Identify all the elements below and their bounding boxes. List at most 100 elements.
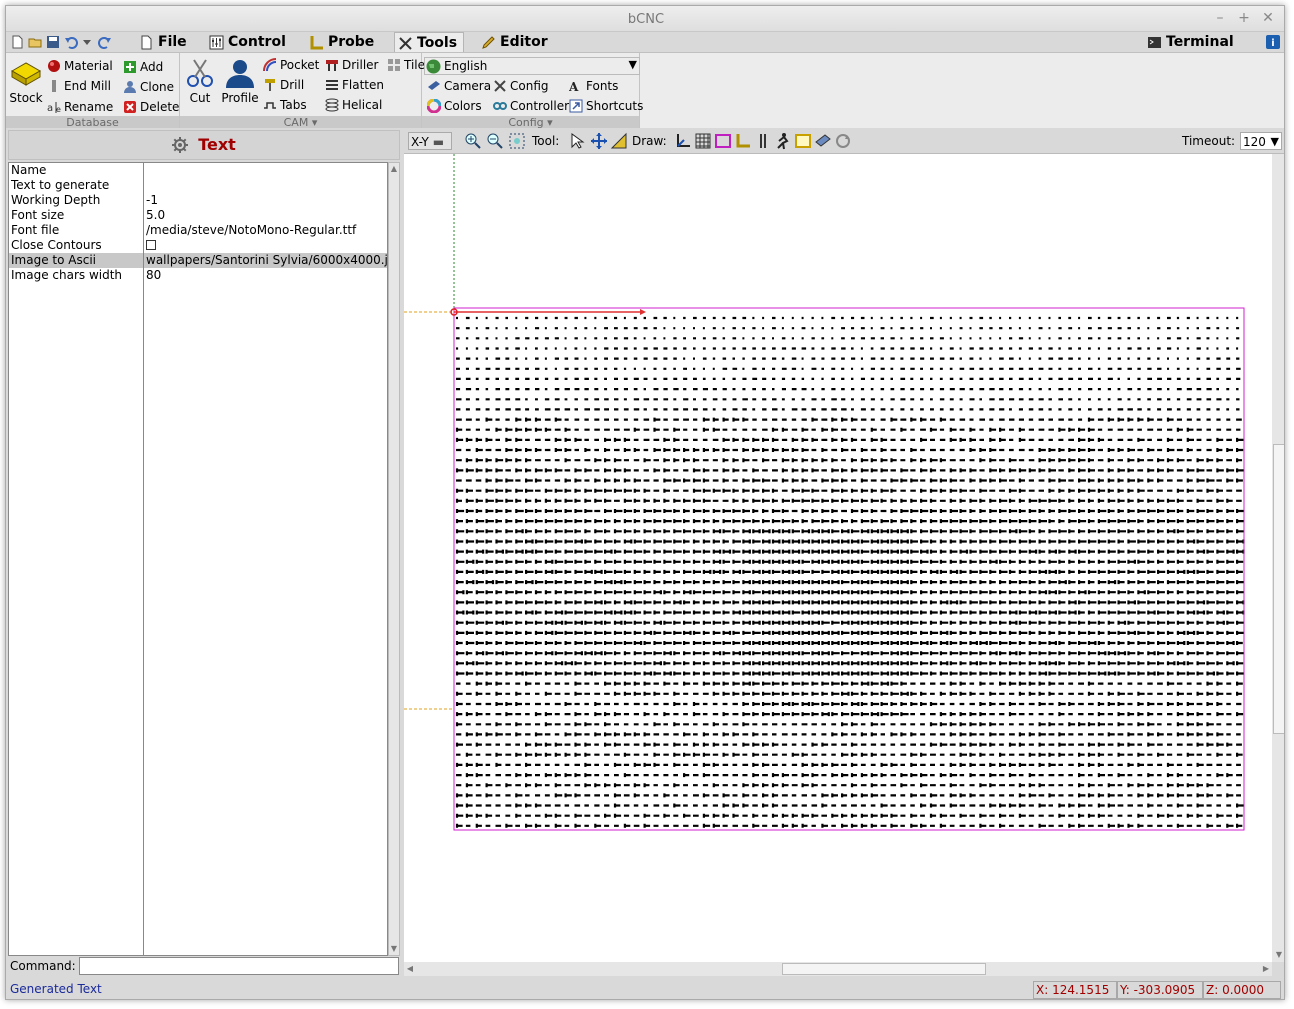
- camera-view-icon[interactable]: [814, 132, 832, 150]
- prop-name[interactable]: Close Contours: [9, 238, 143, 253]
- controller-icon: [493, 102, 507, 110]
- controller-button[interactable]: Controller: [492, 97, 569, 115]
- tab-tools[interactable]: Tools: [394, 32, 465, 52]
- close-icon[interactable]: ✕: [1260, 10, 1276, 26]
- tab-probe-label: Probe: [328, 34, 375, 50]
- zoom-in-icon[interactable]: [464, 132, 482, 150]
- maximize-icon[interactable]: +: [1236, 10, 1252, 26]
- properties-scrollbar[interactable]: ▲ ▼: [388, 162, 400, 956]
- add-label: Add: [140, 60, 164, 74]
- prop-name[interactable]: Working Depth: [9, 193, 143, 208]
- shortcuts-icon: [569, 99, 583, 113]
- open-icon[interactable]: [28, 35, 42, 49]
- info-icon[interactable]: i: [1266, 35, 1280, 49]
- pocket-button[interactable]: Pocket: [262, 56, 319, 74]
- zoom-out-icon[interactable]: [486, 132, 504, 150]
- tab-terminal[interactable]: Terminal: [1144, 32, 1240, 52]
- save-icon[interactable]: [46, 35, 60, 49]
- workarea-icon[interactable]: [754, 132, 772, 150]
- scissors-icon: [187, 59, 213, 87]
- dropdown-icon[interactable]: [82, 35, 92, 49]
- canvas-horizontal-scrollbar[interactable]: ◀ ▶: [404, 962, 1272, 976]
- flatten-button[interactable]: Flatten: [324, 76, 384, 94]
- pocket-icon: [263, 58, 277, 72]
- clone-button[interactable]: Clone: [122, 78, 174, 96]
- prop-value[interactable]: 5.0: [144, 208, 387, 223]
- config-label: Config: [510, 79, 549, 93]
- scroll-down-icon[interactable]: ▼: [389, 943, 399, 955]
- camera-button[interactable]: Camera: [426, 77, 491, 95]
- margins-icon[interactable]: [714, 132, 732, 150]
- helical-button[interactable]: Helical: [324, 96, 382, 114]
- timeout-dropdown-icon[interactable]: ▼: [1271, 133, 1279, 151]
- ruler-icon[interactable]: [610, 132, 628, 150]
- tab-editor[interactable]: Editor: [478, 32, 554, 52]
- prop-name[interactable]: Font size: [9, 208, 143, 223]
- rapid-icon[interactable]: [774, 132, 792, 150]
- minimize-icon[interactable]: –: [1212, 10, 1228, 26]
- prop-value[interactable]: -1: [144, 193, 387, 208]
- tab-probe[interactable]: Probe: [306, 32, 380, 52]
- tabs-icon: [264, 102, 276, 109]
- prop-value[interactable]: [144, 178, 387, 193]
- driller-button[interactable]: Driller: [324, 56, 379, 74]
- prop-name[interactable]: Image chars width: [9, 268, 143, 283]
- prop-name[interactable]: Image to Ascii: [9, 253, 143, 268]
- cut-button[interactable]: Cut: [182, 57, 218, 105]
- timeout-spinner[interactable]: 120 ▼: [1240, 132, 1282, 150]
- language-dropdown-icon[interactable]: ▼: [629, 58, 637, 71]
- canvas-vscroll-thumb[interactable]: [1273, 444, 1284, 734]
- tab-file[interactable]: File: [136, 32, 193, 52]
- move-icon[interactable]: [590, 132, 608, 150]
- shortcuts-button[interactable]: Shortcuts: [568, 97, 643, 115]
- delete-button[interactable]: Delete: [122, 98, 179, 116]
- prop-name[interactable]: Font file: [9, 223, 143, 238]
- rename-button[interactable]: ae Rename: [46, 98, 113, 116]
- fonts-button[interactable]: A Fonts: [568, 77, 618, 95]
- view-select[interactable]: X-Y ▬: [408, 132, 452, 150]
- canvas-scroll-down-icon[interactable]: ▼: [1272, 950, 1284, 962]
- svg-text:A: A: [569, 80, 579, 93]
- tab-control[interactable]: Control: [206, 32, 292, 52]
- gcode-canvas[interactable]: [404, 154, 1272, 962]
- timeout-label: Timeout:: [1182, 134, 1236, 148]
- select-arrow-icon[interactable]: [568, 132, 586, 150]
- canvas-hscroll-thumb[interactable]: [782, 963, 986, 975]
- canvas-scroll-right-icon[interactable]: ▶: [1260, 962, 1272, 976]
- zoom-fit-icon[interactable]: [508, 132, 526, 150]
- canvas-vertical-scrollbar[interactable]: ▼: [1272, 154, 1284, 962]
- colors-button[interactable]: Colors: [426, 97, 482, 115]
- prop-name[interactable]: Text to generate: [9, 178, 143, 193]
- probe-draw-icon[interactable]: [734, 132, 752, 150]
- cut-label: Cut: [189, 91, 211, 105]
- close-contours-checkbox[interactable]: [146, 240, 156, 250]
- material-button[interactable]: Material: [46, 57, 113, 75]
- endmill-button[interactable]: End Mill: [46, 77, 111, 95]
- command-input[interactable]: [79, 957, 399, 975]
- language-select[interactable]: English ▼: [424, 57, 640, 75]
- tile-button[interactable]: Tile: [386, 56, 425, 74]
- tabs-button[interactable]: Tabs: [262, 96, 307, 114]
- window-title: bCNC: [627, 12, 665, 27]
- canvas-scroll-left-icon[interactable]: ◀: [404, 962, 416, 976]
- prop-value[interactable]: 80: [144, 268, 387, 283]
- prop-value[interactable]: /media/steve/NotoMono-Regular.ttf: [144, 223, 387, 238]
- prop-value-checkbox[interactable]: [144, 238, 387, 253]
- add-button[interactable]: Add: [122, 58, 163, 76]
- scroll-up-icon[interactable]: ▲: [389, 163, 399, 175]
- undo-icon[interactable]: [64, 35, 78, 49]
- redo-icon[interactable]: [98, 35, 112, 49]
- new-icon[interactable]: [10, 35, 24, 49]
- stock-button[interactable]: Stock: [8, 57, 44, 105]
- prop-value[interactable]: [144, 163, 387, 178]
- paths-icon[interactable]: [794, 132, 812, 150]
- grid-icon[interactable]: [694, 132, 712, 150]
- prop-name[interactable]: Name: [9, 163, 143, 178]
- svg-text:e: e: [56, 105, 61, 114]
- redraw-icon[interactable]: [834, 132, 852, 150]
- axes-icon[interactable]: [674, 132, 692, 150]
- config-button[interactable]: Config: [492, 77, 549, 95]
- prop-value[interactable]: wallpapers/Santorini Sylvia/6000x4000.j: [144, 253, 387, 268]
- drill-button[interactable]: Drill: [262, 76, 304, 94]
- profile-button[interactable]: Profile: [220, 57, 260, 105]
